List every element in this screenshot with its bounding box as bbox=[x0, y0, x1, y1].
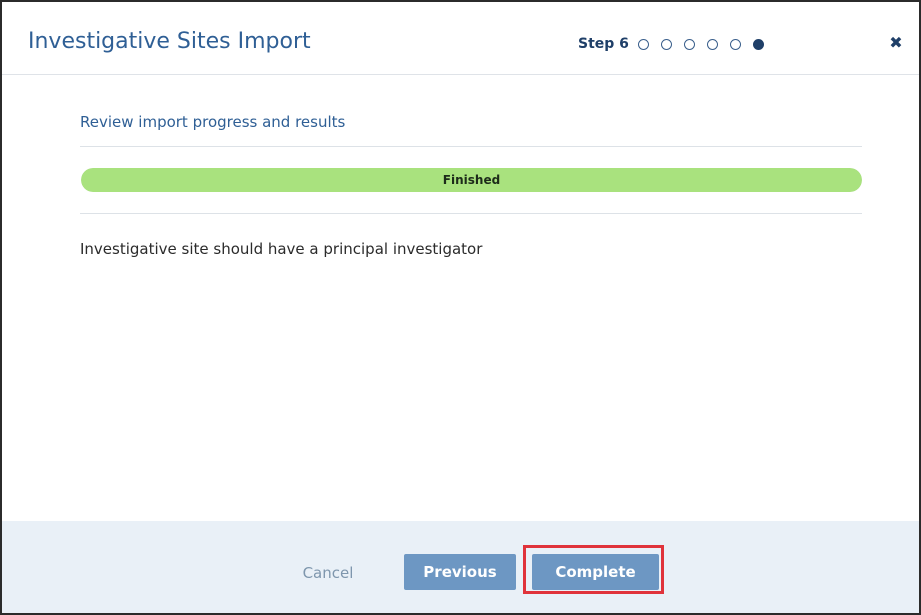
divider bbox=[80, 146, 862, 147]
complete-button[interactable]: Complete bbox=[532, 554, 659, 590]
step-label: Step 6 bbox=[578, 36, 629, 52]
result-message: Investigative site should have a princip… bbox=[80, 240, 483, 258]
previous-button[interactable]: Previous bbox=[404, 554, 516, 590]
dialog-content: Review import progress and results Finis… bbox=[2, 75, 919, 521]
import-dialog: Investigative Sites Import Step 6 ✖ Revi… bbox=[0, 0, 921, 615]
step-dot-1 bbox=[637, 38, 649, 50]
section-title: Review import progress and results bbox=[80, 113, 346, 131]
step-dot-6 bbox=[752, 38, 764, 50]
progress-label: Finished bbox=[442, 173, 501, 187]
dialog-title: Investigative Sites Import bbox=[28, 29, 311, 54]
dialog-footer: Cancel Previous Complete bbox=[2, 521, 919, 613]
progress-bar: Finished bbox=[81, 168, 862, 192]
step-indicator: Step 6 bbox=[578, 34, 776, 54]
cancel-button[interactable]: Cancel bbox=[292, 558, 364, 588]
step-dot-4 bbox=[706, 38, 718, 50]
step-dot-5 bbox=[729, 38, 741, 50]
close-icon[interactable]: ✖ bbox=[888, 35, 904, 51]
step-dot-3 bbox=[683, 38, 695, 50]
divider bbox=[80, 213, 862, 214]
dialog-header: Investigative Sites Import Step 6 ✖ bbox=[2, 2, 919, 75]
step-dot-2 bbox=[660, 38, 672, 50]
